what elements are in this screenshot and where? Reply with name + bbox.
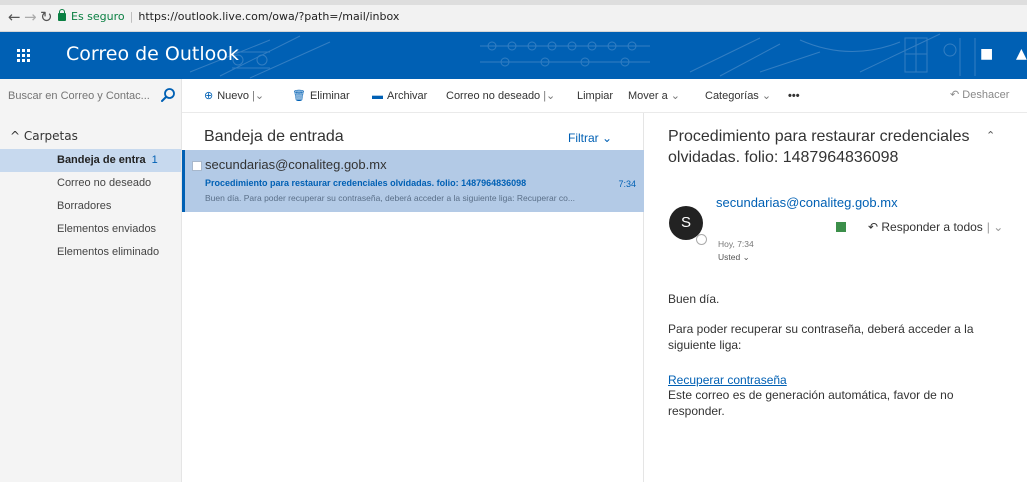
recover-password-link[interactable]: Recuperar contraseña (668, 372, 787, 388)
chevron-down-icon: ⌄ (740, 252, 750, 262)
browser-tabstrip (0, 0, 1027, 5)
lock-icon (58, 9, 66, 21)
reading-recipient[interactable]: Usted ⌄ (718, 252, 750, 263)
addin-icon[interactable] (836, 222, 846, 232)
url-text: https://outlook.live.com/owa/?path=/mail… (138, 10, 400, 23)
app-launcher-button[interactable] (0, 32, 47, 79)
app-title[interactable]: Correo de Outlook (66, 43, 239, 65)
body-greeting: Buen día. (668, 292, 720, 306)
chevron-up-icon: ^ (10, 129, 24, 143)
undo-icon: ↶ (950, 89, 963, 101)
categories-button[interactable]: Categorías ⌄ (705, 88, 771, 104)
undo-button[interactable]: ↶ Deshacer (950, 88, 1009, 101)
folders-header[interactable]: ^ Carpetas (10, 129, 78, 143)
message-row[interactable]: secundarias@conaliteg.gob.mx Procedimien… (182, 150, 644, 212)
chevron-down-icon: |⌄ (252, 90, 265, 102)
reading-date: Hoy, 7:34 (718, 239, 754, 249)
body-footer: Este correo es de generación automática,… (668, 388, 954, 418)
sweep-button[interactable]: Limpiar (577, 88, 613, 104)
folder-junk[interactable]: Correo no deseado (0, 172, 181, 195)
notification-bell-icon[interactable]: ▲ (1016, 46, 1027, 62)
collapse-icon[interactable]: ⌃ (986, 129, 995, 142)
move-to-button[interactable]: Mover a ⌄ (628, 88, 680, 104)
archive-button[interactable]: ▬ Archivar (372, 88, 427, 104)
search-box[interactable] (0, 79, 182, 113)
more-options-button[interactable]: ••• (788, 88, 800, 104)
body-paragraph: Para poder recuperar su contraseña, debe… (668, 322, 974, 352)
delete-button[interactable]: 🗑 Eliminar (292, 88, 350, 104)
trash-icon: 🗑 (292, 90, 306, 102)
address-bar[interactable]: Es seguro | https://outlook.live.com/owa/?… (58, 8, 399, 26)
archive-icon: ▬ (372, 90, 383, 102)
secure-label: Es seguro (71, 10, 125, 23)
message-subject: Procedimiento para restaurar credenciale… (205, 178, 527, 188)
message-preview: Buen día. Para poder recuperar su contra… (205, 193, 575, 203)
chat-icon[interactable]: ■ (980, 46, 993, 62)
chevron-down-icon: ⌄ (670, 90, 680, 102)
search-icon[interactable] (160, 87, 176, 103)
waffle-icon (17, 49, 30, 62)
message-sender: secundarias@conaliteg.gob.mx (205, 157, 387, 172)
chevron-down-icon: ⌄ (598, 131, 613, 145)
back-arrow-icon[interactable]: ← (8, 9, 21, 25)
message-list-pane: Bandeja de entrada Filtrar ⌄ secundarias… (182, 113, 644, 482)
forward-arrow-icon[interactable]: → (24, 9, 37, 25)
reply-all-button[interactable]: ↶ Responder a todos | ⌄ (868, 220, 1003, 234)
reading-subject: Procedimiento para restaurar credenciale… (668, 128, 970, 166)
junk-button[interactable]: Correo no deseado |⌄ (446, 88, 555, 104)
reload-icon[interactable]: ↻ (40, 9, 53, 25)
folder-drafts[interactable]: Borradores (0, 195, 181, 218)
presence-indicator (696, 234, 707, 245)
folder-inbox[interactable]: Bandeja de entra 1 (0, 149, 181, 172)
chevron-down-icon: ⌄ (761, 90, 772, 102)
chevron-down-icon[interactable]: | ⌄ (987, 220, 1004, 234)
suite-header: Correo de Outlook ■ ▲ (0, 32, 1027, 79)
unread-count-badge: 1 (151, 154, 158, 166)
command-bar: ⊕Nuevo|⌄ 🗑Eliminar ▬Archivar Correo no d… (0, 79, 1027, 113)
reading-sender[interactable]: secundarias@conaliteg.gob.mx (716, 195, 898, 210)
search-input[interactable] (8, 87, 156, 105)
reading-pane: Procedimiento para restaurar credenciale… (644, 113, 1027, 482)
folder-pane: ^ Carpetas Bandeja de entra 1 Correo no d… (0, 113, 182, 482)
message-time: 7:34 (618, 179, 636, 189)
browser-bar: ← → ↻ Es seguro | https://outlook.live.com… (0, 0, 1027, 32)
message-checkbox[interactable] (192, 161, 202, 171)
filter-button[interactable]: Filtrar ⌄ (568, 131, 612, 145)
folder-deleted[interactable]: Elementos eliminado (0, 241, 181, 264)
plus-circle-icon: ⊕ (204, 90, 214, 102)
new-button[interactable]: ⊕ Nuevo |⌄ (204, 88, 264, 104)
folder-sent[interactable]: Elementos enviados (0, 218, 181, 241)
list-title: Bandeja de entrada (204, 128, 344, 145)
chevron-down-icon: |⌄ (543, 90, 556, 102)
reply-all-icon: ↶ (868, 220, 882, 234)
